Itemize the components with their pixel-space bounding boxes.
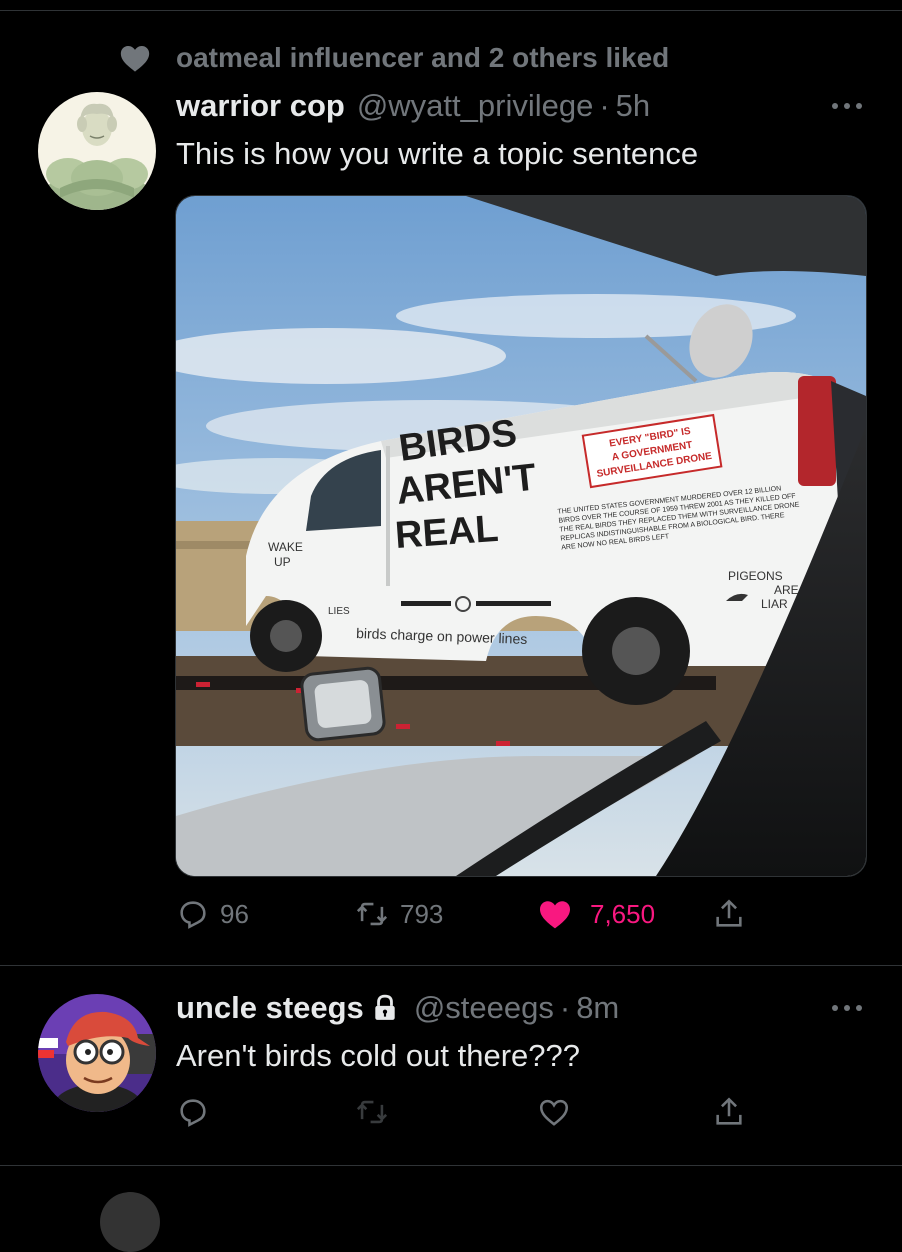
wake-up-line1: WAKE: [268, 540, 303, 554]
heart-icon: [120, 45, 150, 72]
retweet-count: 793: [400, 898, 444, 929]
timestamp[interactable]: 5h: [616, 88, 650, 124]
avatar[interactable]: [38, 92, 156, 210]
separator: ·: [599, 88, 610, 123]
retweet-icon: [356, 1100, 388, 1124]
lies-text: LIES: [328, 606, 350, 617]
heart-outline-icon: [539, 1099, 569, 1126]
pigeons-line2: ARE: [774, 583, 799, 597]
avatar-image: [38, 994, 156, 1112]
timestamp[interactable]: 8m: [576, 990, 619, 1026]
like-button[interactable]: 7,650: [536, 892, 655, 936]
tweet-divider: [0, 1165, 902, 1166]
display-name[interactable]: warrior cop: [176, 88, 345, 124]
van-headline-line3: REAL: [394, 508, 500, 557]
pigeons-line1: PIGEONS: [728, 569, 783, 583]
tweet-header: warrior cop @wyatt_privilege · 5h: [176, 88, 650, 124]
more-options-icon[interactable]: [832, 1003, 862, 1013]
tweet-text: Aren't birds cold out there???: [176, 1038, 580, 1073]
top-divider: [0, 10, 902, 11]
reply-button[interactable]: 96: [176, 892, 249, 936]
tweet-actions: 96 793 7,650: [176, 892, 776, 936]
reply-count: 96: [220, 898, 249, 929]
share-icon: [716, 899, 742, 927]
tweet-media[interactable]: BIRDS AREN'T REAL EVERY "BIRD" IS A GOVE…: [175, 195, 867, 877]
like-count: 7,650: [590, 898, 656, 929]
next-tweet-avatar[interactable]: [100, 1192, 160, 1252]
heart-filled-icon: [540, 901, 570, 929]
retweet-icon: [356, 902, 388, 926]
tweet-actions: [176, 1090, 776, 1134]
tweet-header: uncle steegs @steeegs · 8m: [176, 990, 619, 1026]
tweet-divider: [0, 965, 902, 966]
pigeons-line3: LIAR: [761, 597, 788, 611]
like-button[interactable]: [536, 1090, 572, 1134]
reply-icon: [180, 901, 206, 929]
tweet-text: This is how you write a topic sentence: [176, 136, 699, 171]
more-options-icon[interactable]: [832, 101, 862, 111]
separator: ·: [559, 990, 571, 1025]
retweet-button[interactable]: [354, 1090, 390, 1134]
share-icon: [716, 1097, 742, 1125]
wake-up-line2: UP: [274, 555, 291, 569]
share-button[interactable]: [712, 892, 746, 936]
user-handle[interactable]: @wyatt_privilege: [357, 88, 594, 124]
reply-icon: [180, 1099, 206, 1127]
user-handle[interactable]: @steeegs: [414, 990, 554, 1026]
lock-icon: [375, 994, 395, 1020]
reply-button[interactable]: [176, 1090, 210, 1134]
avatar-image: [38, 92, 156, 210]
social-context[interactable]: oatmeal influencer and 2 others liked: [118, 38, 669, 78]
tweet-photo: BIRDS AREN'T REAL EVERY "BIRD" IS A GOVE…: [176, 196, 866, 876]
display-name[interactable]: uncle steegs: [176, 990, 364, 1026]
avatar[interactable]: [38, 994, 156, 1112]
social-context-text: oatmeal influencer and 2 others liked: [176, 42, 670, 73]
retweet-button[interactable]: 793: [354, 892, 443, 936]
share-button[interactable]: [712, 1090, 746, 1134]
